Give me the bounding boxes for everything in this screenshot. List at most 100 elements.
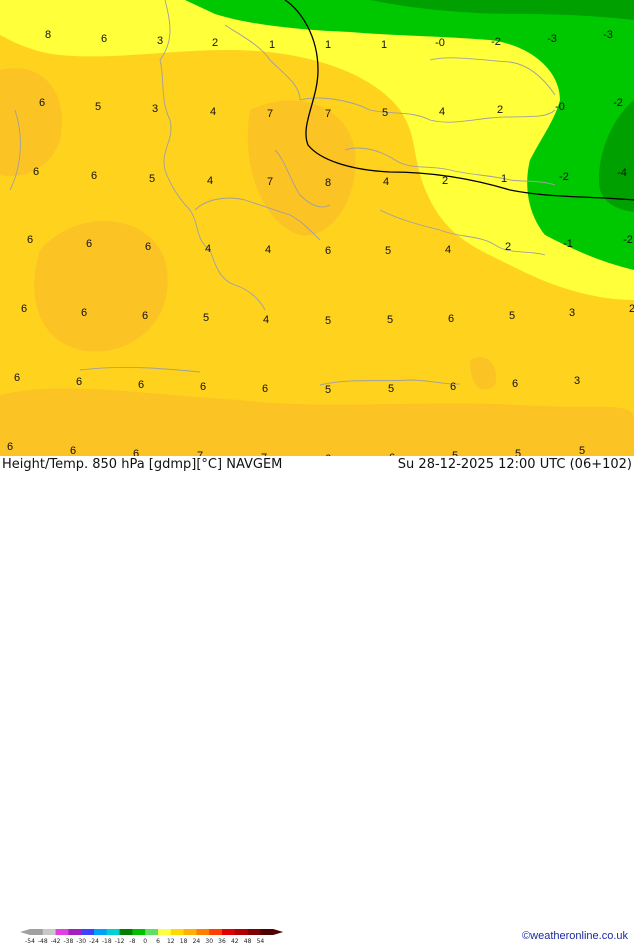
colorbar-swatch bbox=[119, 929, 133, 935]
colorbar-label: 48 bbox=[244, 938, 252, 945]
temperature-label: 1 bbox=[501, 173, 507, 185]
temperature-label: 5 bbox=[325, 384, 331, 396]
colorbar-swatch bbox=[106, 929, 120, 935]
temperature-label: -4 bbox=[617, 167, 627, 179]
map-title: Height/Temp. 850 hPa [gdmp][°C] NAVGEM bbox=[2, 457, 283, 472]
colorbar-label: -54 bbox=[25, 938, 35, 945]
temperature-label: 6 bbox=[262, 383, 268, 395]
colorbar-swatch bbox=[132, 929, 146, 935]
temperature-label: 5 bbox=[325, 315, 331, 327]
temperature-label: -1 bbox=[563, 238, 573, 250]
temperature-label: 2 bbox=[212, 37, 218, 49]
colorbar-label: -30 bbox=[76, 938, 86, 945]
temperature-label: 6 bbox=[133, 448, 139, 456]
map-panel: 8 6 3 2 1 1 1 -0 -2 -3 -3 6 5 3 4 7 7 5 4 2 -0 -2 6 6 5 4 7 8 4 2 1 -2 -… bbox=[0, 0, 634, 456]
colorbar-swatch bbox=[68, 929, 82, 935]
temperature-label: 6 bbox=[448, 313, 454, 325]
temperature-label: 6 bbox=[200, 381, 206, 393]
temperature-label: 6 bbox=[7, 441, 13, 453]
temperature-map: 8 6 3 2 1 1 1 -0 -2 -3 -3 6 5 3 4 7 7 5 4 2 -0 -2 6 6 5 4 7 8 4 2 1 -2 -… bbox=[0, 0, 634, 456]
temperature-label: 4 bbox=[205, 243, 211, 255]
temperature-label: 5 bbox=[203, 312, 209, 324]
temperature-label: 8 bbox=[45, 29, 51, 41]
temperature-label: 4 bbox=[383, 176, 389, 188]
temperature-label: 5 bbox=[149, 173, 155, 185]
colorbar-swatch bbox=[170, 929, 184, 935]
temperature-label: 2 bbox=[505, 241, 511, 253]
colorbar-label: 24 bbox=[193, 938, 201, 945]
colorbar-swatch bbox=[222, 929, 236, 935]
colorbar-label: 30 bbox=[205, 938, 213, 945]
temperature-label: -3 bbox=[547, 33, 557, 45]
temperature-label: 6 bbox=[138, 379, 144, 391]
colorbar-swatch bbox=[196, 929, 210, 935]
temperature-label: -2 bbox=[559, 171, 569, 183]
temperature-label: 6 bbox=[27, 234, 33, 246]
colorbar-label: 18 bbox=[180, 938, 188, 945]
colorbar-swatch bbox=[209, 929, 223, 935]
temperature-label: -0 bbox=[435, 37, 445, 49]
temperature-label: -2 bbox=[623, 234, 633, 246]
temperature-label: -0 bbox=[555, 101, 565, 113]
colorbar-swatch bbox=[81, 929, 95, 935]
colorbar-left-arrow bbox=[20, 929, 30, 935]
colorbar-legend: -54 -48 -42 -38 -30 -24 -18 -12 -8 0 6 12 18 24 30 36 42… bbox=[20, 929, 284, 945]
bottom-bar: Height/Temp. 850 hPa [gdmp][°C] NAVGEM S… bbox=[0, 456, 634, 945]
colorbar-label: 36 bbox=[218, 938, 226, 945]
temperature-label: 5 bbox=[388, 383, 394, 395]
temperature-label: 6 bbox=[91, 170, 97, 182]
temperature-label: 7 bbox=[267, 108, 273, 120]
temperature-label: 5 bbox=[579, 445, 585, 456]
temperature-label: 6 bbox=[142, 310, 148, 322]
colorbar-label: -24 bbox=[89, 938, 99, 945]
colorbar-label: -8 bbox=[129, 938, 135, 945]
colorbar-label: -48 bbox=[38, 938, 48, 945]
temperature-label: 2 bbox=[497, 104, 503, 116]
temperature-label: 2 bbox=[442, 175, 448, 187]
temperature-label: 4 bbox=[265, 244, 271, 256]
colorbar-swatch bbox=[183, 929, 197, 935]
colorbar-swatch bbox=[42, 929, 56, 935]
colorbar-label: 12 bbox=[167, 938, 175, 945]
temperature-label: 4 bbox=[207, 175, 213, 187]
colorbar-swatch bbox=[260, 929, 274, 935]
temperature-label: 7 bbox=[325, 108, 331, 120]
temperature-label: 5 bbox=[95, 101, 101, 113]
temperature-label: 6 bbox=[145, 241, 151, 253]
colorbar-swatch bbox=[94, 929, 108, 935]
colorbar-label: 54 bbox=[257, 938, 265, 945]
colorbar-swatch bbox=[30, 929, 44, 935]
temperature-label: 4 bbox=[263, 314, 269, 326]
temperature-label: -2 bbox=[613, 97, 623, 109]
temperature-label: 5 bbox=[387, 314, 393, 326]
colorbar-label: -12 bbox=[115, 938, 125, 945]
temperature-label: -3 bbox=[603, 29, 613, 41]
colorbar-label: -42 bbox=[51, 938, 61, 945]
colorbar-swatch bbox=[55, 929, 69, 935]
temperature-label: 6 bbox=[14, 372, 20, 384]
temperature-label: 8 bbox=[325, 177, 331, 189]
temperature-label: 3 bbox=[569, 307, 575, 319]
temperature-label: 6 bbox=[450, 381, 456, 393]
temperature-label: 4 bbox=[439, 106, 445, 118]
colorbar-label: 6 bbox=[156, 938, 160, 945]
colorbar-right-arrow bbox=[273, 929, 284, 935]
colorbar-label: -18 bbox=[102, 938, 112, 945]
copyright[interactable]: ©weatheronline.co.uk bbox=[522, 930, 628, 942]
temperature-label: 7 bbox=[267, 176, 273, 188]
temperature-label: -2 bbox=[491, 36, 501, 48]
temperature-label: 3 bbox=[157, 35, 163, 47]
temperature-label: 6 bbox=[512, 378, 518, 390]
temperature-label: 6 bbox=[33, 166, 39, 178]
temperature-label: 4 bbox=[210, 106, 216, 118]
temperature-label: 2 bbox=[629, 303, 634, 315]
temperature-label: 5 bbox=[382, 107, 388, 119]
temperature-label: 5 bbox=[385, 245, 391, 257]
temperature-label: 1 bbox=[325, 39, 331, 51]
colorbar-label: 0 bbox=[143, 938, 147, 945]
temperature-label: 6 bbox=[101, 33, 107, 45]
colorbar-swatch bbox=[234, 929, 248, 935]
temperature-label: 5 bbox=[509, 310, 515, 322]
temperature-label: 1 bbox=[381, 39, 387, 51]
colorbar-label: -38 bbox=[63, 938, 73, 945]
